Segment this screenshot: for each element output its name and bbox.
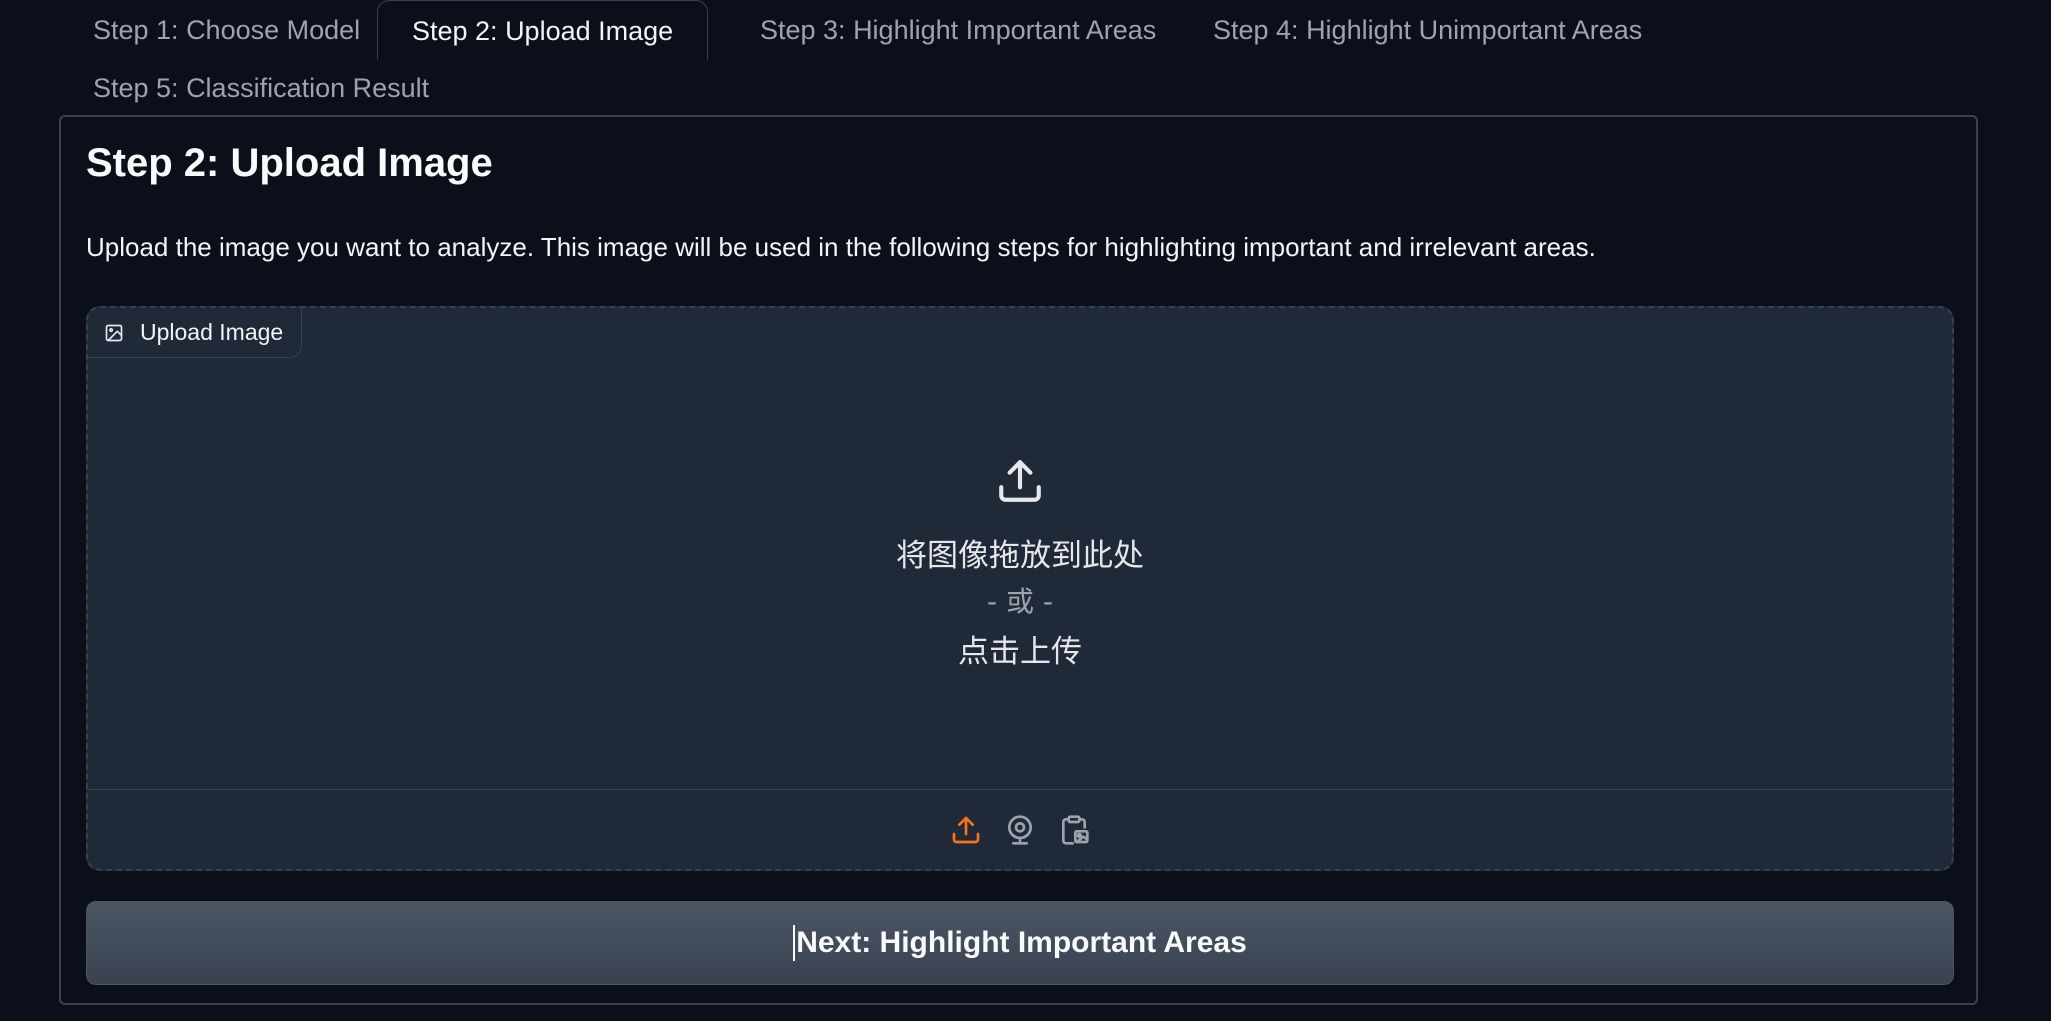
clipboard-source-button[interactable] [1058,812,1090,848]
upload-icon [952,816,980,843]
image-upload-box: 将图像拖放到此处 - 或 - 点击上传 Upload Image [86,306,1954,871]
upload-label-text: Upload Image [140,319,284,345]
step-panel: Step 2: Upload Image Upload the image yo… [59,115,1978,1005]
tab-step-4[interactable]: Step 4: Highlight Unimportant Areas [1179,0,1676,58]
tab-step-5[interactable]: Step 5: Classification Result [59,58,463,116]
drop-hint-text: 将图像拖放到此处 [896,538,1144,574]
source-selector [88,789,1952,869]
tab-step-2[interactable]: Step 2: Upload Image [377,0,709,60]
webcam-icon [1008,814,1032,845]
next-button[interactable]: Next: Highlight Important Areas [86,901,1954,985]
page-title: Step 2: Upload Image [86,141,493,185]
image-icon [105,324,123,341]
upload-icon [999,460,1041,502]
upload-image-label: Upload Image [88,308,303,358]
panel-description: Upload the image you want to analyze. Th… [86,232,1596,262]
tab-step-3[interactable]: Step 3: Highlight Important Areas [726,0,1190,58]
upload-source-button[interactable] [950,812,982,848]
click-to-upload-text: 点击上传 [958,634,1082,670]
clipboard-icon [1062,814,1089,845]
or-separator: - 或 - [986,585,1053,618]
drop-zone[interactable]: 将图像拖放到此处 - 或 - 点击上传 [88,308,1952,788]
tab-step-1[interactable]: Step 1: Choose Model [59,0,394,58]
next-button-label: Next: Highlight Important Areas [796,926,1247,959]
webcam-source-button[interactable] [1004,812,1036,848]
text-cursor [793,925,796,961]
